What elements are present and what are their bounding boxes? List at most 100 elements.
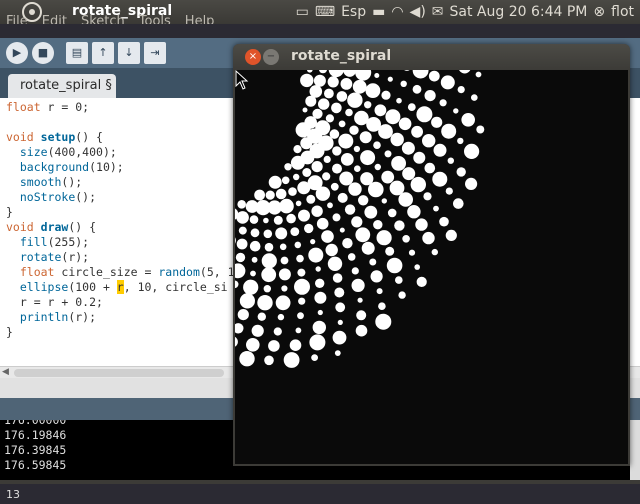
spiral-dot: [398, 192, 413, 207]
code-line[interactable]: float r = 0;: [6, 100, 235, 115]
code-line[interactable]: background(10);: [6, 160, 235, 175]
spiral-dot: [318, 98, 330, 110]
keyboard-icon[interactable]: ⌨: [315, 5, 335, 19]
wifi-icon[interactable]: ◠: [391, 5, 403, 19]
code-line[interactable]: size(400,400);: [6, 145, 235, 160]
export-button[interactable]: ⇥: [144, 42, 166, 64]
spiral-dot: [337, 192, 348, 203]
code-line[interactable]: [6, 115, 235, 130]
run-button[interactable]: ▶: [6, 42, 28, 64]
code-line[interactable]: void setup() {: [6, 130, 235, 145]
spiral-dot: [378, 302, 386, 310]
spiral-dot: [475, 71, 482, 78]
scroll-left-icon[interactable]: ◀: [2, 367, 9, 377]
spiral-dot: [275, 295, 291, 311]
spiral-dot: [235, 336, 238, 347]
code-line[interactable]: println(r);: [6, 310, 235, 325]
spiral-dot: [398, 117, 412, 131]
sketch-canvas[interactable]: [235, 70, 628, 464]
spiral-dot: [433, 205, 439, 212]
spiral-dot: [309, 85, 323, 98]
spiral-dot: [457, 137, 464, 145]
spiral-dot: [250, 270, 256, 277]
spiral-dot: [318, 70, 328, 74]
code-line[interactable]: smooth();: [6, 175, 235, 190]
spiral-dot: [310, 239, 316, 245]
clock[interactable]: Sat Aug 20 6:44 PM: [450, 4, 588, 20]
spiral-dot: [275, 227, 288, 240]
spiral-dot: [356, 310, 367, 321]
spiral-dot: [357, 297, 363, 303]
spiral-dot: [261, 267, 277, 283]
minimize-icon[interactable]: −: [263, 49, 279, 65]
spiral-dot: [293, 173, 300, 181]
battery-icon[interactable]: ▬: [372, 5, 385, 19]
spiral-dot: [317, 309, 323, 316]
user-name[interactable]: flot: [611, 4, 634, 20]
spiral-dot: [432, 171, 448, 187]
scrollbar-thumb[interactable]: [14, 369, 224, 377]
spiral-dot: [315, 186, 331, 201]
spiral-dot: [352, 79, 367, 94]
spiral-dot: [373, 141, 381, 149]
volume-icon[interactable]: ◀): [410, 5, 426, 19]
mouse-pointer-icon: [235, 70, 249, 90]
spiral-dot: [325, 114, 334, 123]
code-line[interactable]: void draw() {: [6, 220, 235, 235]
spiral-dot: [374, 73, 380, 78]
console-scrollbar[interactable]: [630, 420, 640, 480]
code-line[interactable]: noStroke();: [6, 190, 235, 205]
spiral-dot: [324, 88, 334, 99]
keyboard-layout[interactable]: Esp: [341, 4, 366, 20]
spiral-dot: [298, 297, 306, 305]
code-line[interactable]: }: [6, 325, 235, 340]
spiral-dot: [385, 109, 401, 125]
spiral-dot: [236, 211, 249, 224]
spiral-dot: [347, 92, 363, 108]
spiral-dot: [296, 254, 304, 263]
spiral-dot: [422, 134, 436, 148]
new-button[interactable]: ▤: [66, 42, 88, 64]
tab-rotate-spiral[interactable]: rotate_spiral §: [8, 74, 116, 98]
spiral-dot: [457, 86, 465, 94]
stop-button[interactable]: ■: [32, 42, 54, 64]
mail-icon[interactable]: ✉: [432, 5, 444, 19]
spiral-dot: [347, 253, 356, 261]
spiral-dot: [453, 198, 464, 209]
code-line[interactable]: fill(255);: [6, 235, 235, 250]
spiral-dot: [381, 90, 391, 100]
spiral-dot: [290, 227, 300, 237]
spiral-dot: [385, 246, 395, 256]
sketch-titlebar[interactable]: × − rotate_spiral: [233, 44, 630, 70]
code-line[interactable]: ellipse(100 + r, 10, circle_si: [6, 280, 235, 295]
spiral-dot: [369, 258, 377, 266]
code-text[interactable]: float r = 0; void setup() { size(400,400…: [6, 100, 235, 340]
spiral-dot: [273, 215, 283, 225]
spiral-dot: [373, 220, 383, 230]
save-button[interactable]: ↓: [118, 42, 140, 64]
spiral-dot: [387, 208, 397, 218]
spiral-dot: [311, 354, 318, 361]
spiral-dot: [374, 163, 381, 171]
spiral-dot: [251, 256, 258, 263]
spiral-dot: [439, 216, 449, 227]
code-line[interactable]: }: [6, 205, 235, 220]
code-line[interactable]: r = r + 0.2;: [6, 295, 235, 310]
spiral-dot: [394, 220, 405, 231]
spiral-dot: [412, 70, 429, 79]
spiral-dot: [238, 226, 247, 235]
code-line[interactable]: float circle_size = random(5, 1: [6, 265, 235, 280]
code-line[interactable]: rotate(r);: [6, 250, 235, 265]
spiral-dot: [239, 351, 255, 367]
open-button[interactable]: ↑: [92, 42, 114, 64]
spiral-dot: [336, 91, 348, 102]
power-icon[interactable]: ⊗: [593, 5, 605, 19]
display-icon[interactable]: ▭: [296, 5, 309, 19]
spiral-dot: [340, 78, 353, 90]
spiral-dot: [396, 97, 402, 104]
close-icon[interactable]: ×: [245, 49, 261, 65]
spiral-dot: [337, 319, 343, 325]
spiral-dot: [355, 227, 371, 243]
spiral-dot: [370, 270, 383, 283]
spiral-dot: [327, 202, 333, 209]
